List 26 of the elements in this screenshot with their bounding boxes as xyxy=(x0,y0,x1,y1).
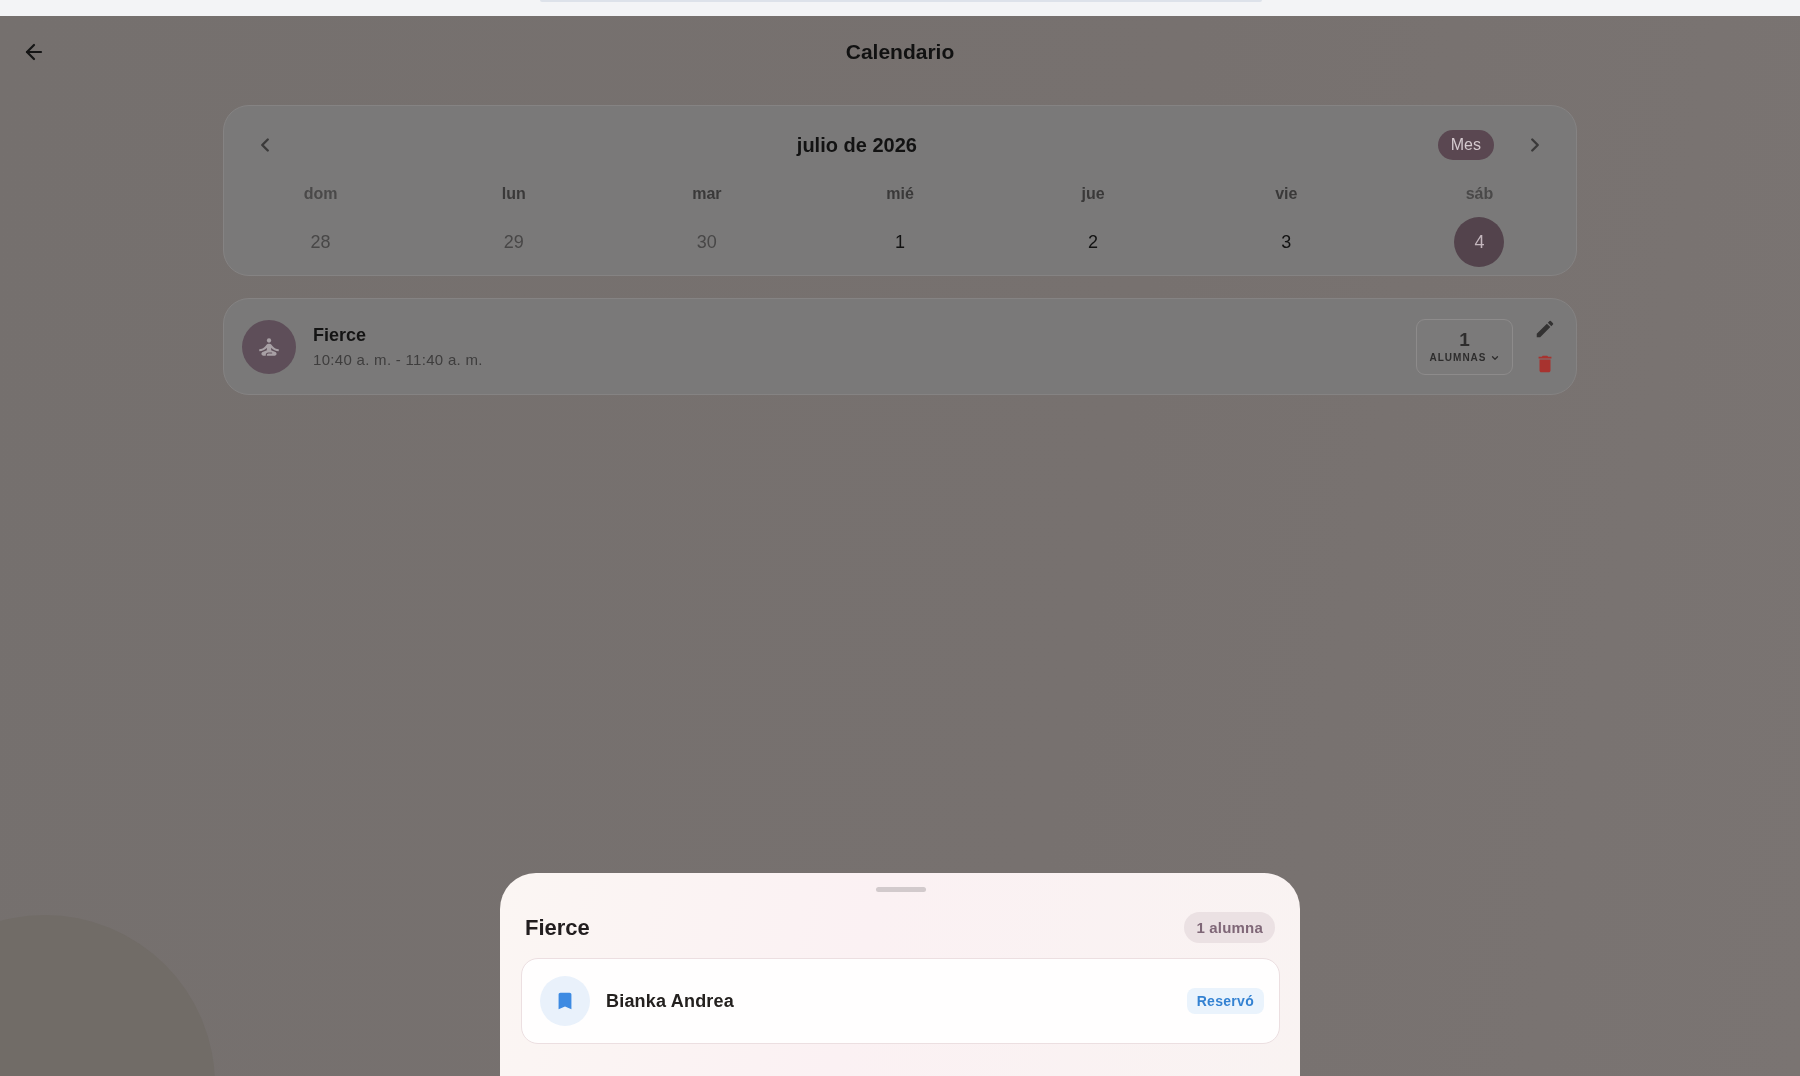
day-cell[interactable]: 1 xyxy=(875,217,925,267)
student-row[interactable]: Bianka Andrea Reservó xyxy=(521,958,1280,1044)
class-title: Fierce xyxy=(313,325,368,346)
student-name: Bianka Andrea xyxy=(606,990,735,1012)
weekday-label: mié xyxy=(886,184,914,204)
student-count-badge: 1 alumna xyxy=(1184,912,1275,943)
weekday-label: vie xyxy=(1275,184,1298,204)
status-badge: Reservó xyxy=(1186,988,1264,1014)
day-cell[interactable]: 2 xyxy=(1068,217,1119,267)
weekday-label: mar xyxy=(692,184,722,204)
day-cell[interactable]: 3 xyxy=(1261,217,1312,267)
drag-handle[interactable] xyxy=(875,887,926,892)
month-title: julio de 2026 xyxy=(795,133,918,157)
weekday-label: jue xyxy=(1081,184,1105,204)
bookmark-icon xyxy=(540,976,590,1026)
students-count-button[interactable]: 1 ALUMNAS xyxy=(1416,318,1513,375)
day-cell[interactable]: 4 xyxy=(1454,217,1505,267)
page-title: Calendario xyxy=(845,40,955,64)
weekday-label: lun xyxy=(501,184,526,204)
pencil-icon xyxy=(1534,318,1556,340)
sheet-title: Fierce xyxy=(525,914,590,941)
meditation-icon xyxy=(242,319,296,374)
view-toggle-button[interactable]: Mes xyxy=(1437,130,1494,160)
class-card[interactable]: Fierce 10:40 a. m. - 11:40 a. m. 1 ALUMNAS xyxy=(223,298,1577,395)
class-time: 10:40 a. m. - 11:40 a. m. xyxy=(313,351,484,368)
edit-button[interactable] xyxy=(1534,318,1556,340)
